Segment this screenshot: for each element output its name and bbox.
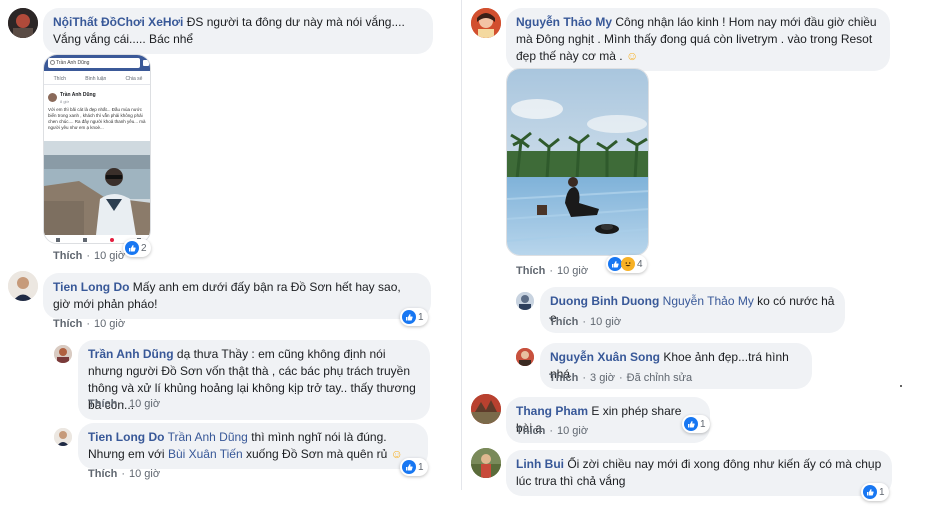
avatar[interactable] xyxy=(54,428,72,446)
comment-time[interactable]: 10 giờ xyxy=(557,425,588,437)
reaction-count[interactable]: 1 xyxy=(400,308,428,326)
like-reaction-icon xyxy=(608,257,622,271)
reply-bubble: Tien Long Do Trần Anh Dũng thì mình nghĩ… xyxy=(78,423,428,469)
reaction-count-value: 1 xyxy=(418,311,424,323)
comment-time[interactable]: 10 giờ xyxy=(129,398,160,410)
reaction-count-value: 1 xyxy=(418,461,424,473)
fb-tab-like: Thích xyxy=(53,76,67,82)
comment-time[interactable]: 10 giờ xyxy=(94,250,125,262)
comment-bubble: Nguyễn Thảo My Công nhận láo kinh ! Hom … xyxy=(506,8,890,71)
reaction-count[interactable]: 1 xyxy=(861,483,889,501)
mention-link[interactable]: Bùi Xuân Tiến xyxy=(168,447,243,461)
avatar[interactable] xyxy=(516,292,534,310)
comment-actions: Thích · 10 giờ xyxy=(549,316,622,328)
like-link[interactable]: Thích xyxy=(516,265,545,277)
like-reaction-icon xyxy=(684,417,698,431)
comment-author[interactable]: NộiThất ĐồChơi XeHơi xyxy=(53,15,183,29)
comment-photo[interactable] xyxy=(506,68,649,256)
like-reaction-icon xyxy=(863,485,877,499)
reaction-count-value: 2 xyxy=(141,242,147,254)
fb-post-photo xyxy=(44,141,150,235)
like-reaction-icon xyxy=(402,310,416,324)
search-icon xyxy=(50,60,55,65)
like-reaction-icon xyxy=(402,460,416,474)
notification-icon xyxy=(109,238,114,242)
comment-time[interactable]: 10 giờ xyxy=(557,265,588,277)
comment-time[interactable]: 10 giờ xyxy=(129,468,160,480)
reaction-count[interactable]: 2 xyxy=(123,239,151,257)
decorative-dot xyxy=(900,385,902,387)
fb-tab-comment: Bình luận xyxy=(85,76,107,82)
comment-actions: Thích · 10 giờ xyxy=(88,398,161,410)
avatar[interactable] xyxy=(8,8,38,38)
mention-link[interactable]: Trần Anh Dũng xyxy=(168,430,248,444)
like-reaction-icon xyxy=(125,241,139,255)
like-link[interactable]: Thích xyxy=(53,318,82,330)
fb-post-meta: 8 giờ xyxy=(60,99,70,104)
comment-author[interactable]: Tien Long Do xyxy=(53,280,129,294)
comment-time[interactable]: 10 giờ xyxy=(94,318,125,330)
fb-search-bar: Trần Anh Dũng xyxy=(44,55,150,71)
mention-link[interactable]: Nguyễn Thảo My xyxy=(663,294,754,308)
home-icon xyxy=(55,238,60,242)
comment-time[interactable]: 3 giờ xyxy=(590,372,615,384)
reaction-count-value: 1 xyxy=(879,486,885,498)
comment-author[interactable]: Trần Anh Dũng xyxy=(88,347,174,361)
like-link[interactable]: Thích xyxy=(516,425,545,437)
reaction-count[interactable]: 4 xyxy=(606,255,647,273)
like-link[interactable]: Thích xyxy=(88,468,117,480)
comment-author[interactable]: Linh Bui xyxy=(516,457,564,471)
haha-reaction-icon xyxy=(621,257,635,271)
fb-action-row: Thích Bình luận Chia sẻ xyxy=(44,73,150,85)
avatar[interactable] xyxy=(8,271,38,301)
comment-actions: Thích · 3 giờ · Đã chỉnh sửa xyxy=(549,372,693,384)
fb-post-avatar xyxy=(48,93,57,102)
comment-actions: Thích · 10 giờ xyxy=(516,425,589,437)
avatar[interactable] xyxy=(516,348,534,366)
comment-time[interactable]: 10 giờ xyxy=(590,316,621,328)
comment-author[interactable]: Nguyễn Xuân Song xyxy=(550,350,660,364)
reaction-count-value: 1 xyxy=(700,418,706,430)
like-link[interactable]: Thích xyxy=(88,398,117,410)
reaction-count[interactable]: 1 xyxy=(682,415,710,433)
menu-icon xyxy=(143,60,149,66)
fb-search-field: Trần Anh Dũng xyxy=(48,58,140,68)
like-link[interactable]: Thích xyxy=(549,372,578,384)
avatar[interactable] xyxy=(471,394,501,424)
emoji: ☺ xyxy=(390,447,403,461)
emoji: ☺ xyxy=(625,49,639,63)
edited-label[interactable]: Đã chỉnh sửa xyxy=(627,372,692,384)
column-divider xyxy=(461,0,462,490)
reaction-count-value: 4 xyxy=(637,258,643,270)
fb-post-author: Trần Anh Dũng xyxy=(60,92,96,98)
comment-bubble: NộiThất ĐồChơi XeHơi ĐS người ta đông dư… xyxy=(43,8,433,54)
avatar[interactable] xyxy=(471,448,501,478)
comment-author[interactable]: Thang Pham xyxy=(516,404,588,418)
like-link[interactable]: Thích xyxy=(549,316,578,328)
comment-author[interactable]: Duong Binh Duong xyxy=(550,294,659,308)
comment-author[interactable]: Tien Long Do xyxy=(88,430,164,444)
comment-text: Ối zời chiều nay mới đi xong đông như ki… xyxy=(516,457,882,488)
comment-text: xuống Đồ Sơn mà quên rủ xyxy=(246,447,388,461)
comment-bubble: Tien Long Do Mấy anh em dưới đấy bận ra … xyxy=(43,273,431,319)
fb-tab-share: Chia sẻ xyxy=(125,76,143,82)
fb-post-text: Với em thì bãi cát là đẹp nhất... Đầu mù… xyxy=(48,107,146,130)
reaction-count[interactable]: 1 xyxy=(400,458,428,476)
comment-author[interactable]: Nguyễn Thảo My xyxy=(516,15,612,29)
comment-actions: Thích · 10 giờ xyxy=(53,318,126,330)
avatar[interactable] xyxy=(54,345,72,363)
comment-bubble: Linh Bui Ối zời chiều nay mới đi xong đô… xyxy=(506,450,892,496)
like-link[interactable]: Thích xyxy=(53,250,82,262)
comment-actions: Thích · 10 giờ xyxy=(88,468,161,480)
avatar[interactable] xyxy=(471,8,501,38)
comment-actions: Thích · 10 giờ xyxy=(516,265,589,277)
attached-screenshot-image[interactable]: Trần Anh Dũng Thích Bình luận Chia sẻ Tr… xyxy=(43,54,151,244)
comment-actions: Thích · 10 giờ xyxy=(53,250,126,262)
video-icon xyxy=(82,238,87,242)
